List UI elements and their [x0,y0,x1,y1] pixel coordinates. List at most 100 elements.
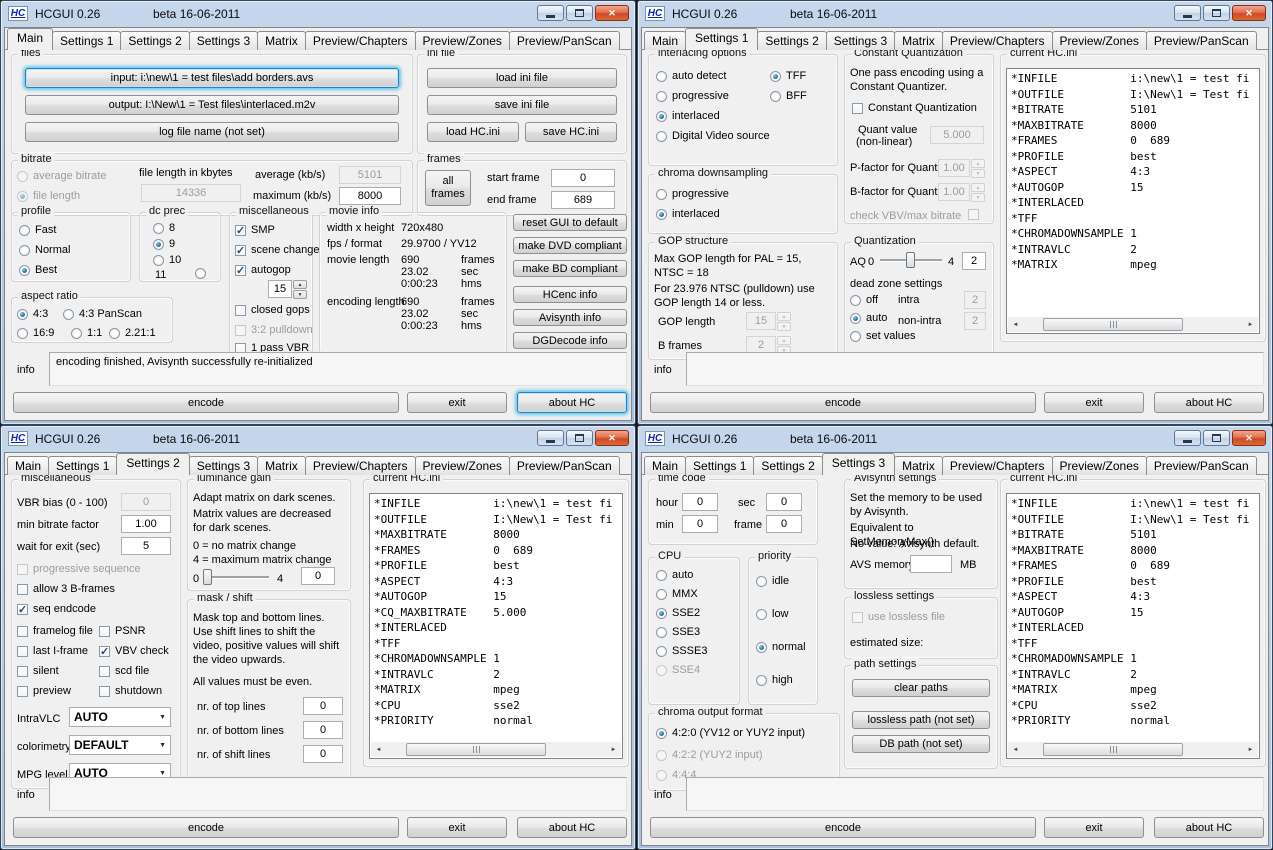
close-button[interactable]: ✕ [1232,5,1266,21]
radio-priority-idle[interactable]: idle [756,575,789,587]
check-preview[interactable]: preview [17,685,71,697]
tab-settings-3[interactable]: Settings 3 [188,31,259,50]
make-bd-compliant-button[interactable]: make BD compliant [513,260,627,277]
wait-for-exit-input[interactable] [121,537,171,555]
hcini-listbox[interactable]: *INFILE i:\new\1 = test fi *OUTFILE I:\N… [1006,493,1260,759]
radio-dcprec-10[interactable]: 10 [153,254,181,266]
tab-matrix[interactable]: Matrix [894,456,943,475]
spin-up-icon[interactable]: ▲ [971,159,985,168]
radio-cpu-ssse3[interactable]: SSSE3 [656,645,707,657]
hour-input[interactable] [682,493,718,511]
output-file-button[interactable]: output: I:\New\1 = Test files\interlaced… [25,95,399,115]
scrollbar-thumb[interactable] [1043,318,1183,331]
close-button[interactable]: ✕ [595,430,629,446]
spin-up-icon[interactable]: ▲ [777,336,791,345]
radio-profile-normal[interactable]: Normal [19,244,70,256]
load-ini-file-button[interactable]: load ini file [427,68,617,88]
maximize-button[interactable] [566,5,593,21]
radio-chroma-420[interactable]: 4:2:0 (YV12 or YUY2 input) [656,727,805,739]
radio-bff[interactable]: BFF [770,90,807,102]
load-hcini-button[interactable]: load HC.ini [427,122,519,142]
radio-cpu-auto[interactable]: auto [656,569,693,581]
radio-aspect-11[interactable]: 1:1 [71,327,102,339]
maximum-kbs-input[interactable] [339,187,401,205]
check-vbv-max-bitrate[interactable] [968,209,979,220]
hcini-listbox[interactable]: *INFILE i:\new\1 = test fi *OUTFILE I:\N… [1006,68,1260,334]
avisynth-info-button[interactable]: Avisynth info [513,309,627,326]
tab-main[interactable]: Main [644,456,687,475]
reset-gui-button[interactable]: reset GUI to default [513,214,627,231]
b-factor-input[interactable] [938,183,970,201]
lossless-path-button[interactable]: lossless path (not set) [852,711,990,729]
min-input[interactable] [682,515,718,533]
all-frames-button[interactable]: all frames [425,170,471,206]
radio-priority-high[interactable]: high [756,674,793,686]
check-progressive-sequence[interactable]: progressive sequence [17,563,141,575]
b-factor-spinner[interactable]: ▲ ▼ [971,183,985,202]
radio-digital-video-source[interactable]: Digital Video source [656,130,770,142]
encode-button[interactable]: encode [650,817,1036,838]
horizontal-scrollbar[interactable]: ◄ ► [1008,742,1258,757]
minimize-button[interactable] [1174,430,1201,446]
tab-main[interactable]: Main [7,28,54,50]
tab-preview-zones[interactable]: Preview/Zones [414,456,510,475]
p-factor-input[interactable] [938,159,970,177]
minimize-button[interactable] [537,5,564,21]
scroll-right-icon[interactable]: ► [1243,322,1258,328]
check-constant-quantization[interactable]: Constant Quantization [852,102,977,114]
log-file-button[interactable]: log file name (not set) [25,122,399,142]
check-silent[interactable]: silent [17,665,59,677]
scrollbar-track[interactable] [386,742,606,757]
scrollbar-track[interactable] [1023,742,1243,757]
radio-aspect-221[interactable]: 2.21:1 [109,327,156,339]
save-ini-file-button[interactable]: save ini file [427,95,617,115]
radio-aspect-169[interactable]: 16:9 [17,327,54,339]
gop-length-input[interactable] [746,312,776,330]
tab-preview-zones[interactable]: Preview/Zones [414,31,510,50]
radio-auto-detect[interactable]: auto detect [656,70,726,82]
tab-settings-3[interactable]: Settings 3 [821,453,896,475]
check-scene-change[interactable]: scene change [235,244,320,257]
maximize-button[interactable] [566,430,593,446]
radio-tff[interactable]: TFF [770,70,806,82]
scroll-left-icon[interactable]: ◄ [1008,322,1023,328]
spin-up-icon[interactable]: ▲ [777,312,791,321]
autogop-spinner[interactable]: ▲ ▼ [293,280,307,299]
tab-matrix[interactable]: Matrix [257,31,306,50]
shift-lines-input[interactable] [303,745,343,763]
radio-progressive[interactable]: progressive [656,90,729,102]
encode-button[interactable]: encode [13,817,399,838]
tab-preview-zones[interactable]: Preview/Zones [1051,456,1147,475]
radio-dcprec-9[interactable]: 9 [153,238,175,250]
radio-deadzone-auto[interactable]: auto [850,312,887,324]
tab-settings-1[interactable]: Settings 1 [48,456,118,475]
radio-cpu-mmx[interactable]: MMX [656,588,698,600]
scrollbar-thumb[interactable] [406,743,546,756]
intravlc-dropdown[interactable]: AUTO ▼ [69,707,171,727]
check-vbv-check[interactable]: VBV check [99,645,169,658]
aq-value-input[interactable] [962,252,986,270]
dgdecode-info-button[interactable]: DGDecode info [513,332,627,349]
scrollbar-track[interactable] [1023,317,1243,332]
titlebar[interactable]: HC HCGUI 0.26 beta 16-06-2011 ✕ [1,426,635,452]
hcini-listbox[interactable]: *INFILE i:\new\1 = test fi *OUTFILE I:\N… [369,493,623,759]
top-lines-input[interactable] [303,697,343,715]
aq-slider-thumb[interactable] [906,252,915,268]
radio-chroma-progressive[interactable]: progressive [656,188,729,200]
radio-file-length[interactable]: file length [17,190,80,202]
save-hcini-button[interactable]: save HC.ini [525,122,617,142]
end-frame-input[interactable] [551,191,615,209]
start-frame-input[interactable] [551,169,615,187]
maximize-button[interactable] [1203,430,1230,446]
intra-input[interactable] [964,291,986,309]
check-allow-3-bframes[interactable]: allow 3 B-frames [17,583,115,595]
tab-settings-1[interactable]: Settings 1 [685,28,759,50]
spin-down-icon[interactable]: ▼ [971,193,985,202]
tab-settings-1[interactable]: Settings 1 [685,456,755,475]
encode-button[interactable]: encode [650,392,1036,413]
exit-button[interactable]: exit [1044,392,1144,413]
minimize-button[interactable] [1174,5,1201,21]
check-32-pulldown[interactable]: 3:2 pulldown [235,324,313,336]
tab-settings-3[interactable]: Settings 3 [825,31,896,50]
about-hc-button[interactable]: about HC [1154,817,1264,838]
